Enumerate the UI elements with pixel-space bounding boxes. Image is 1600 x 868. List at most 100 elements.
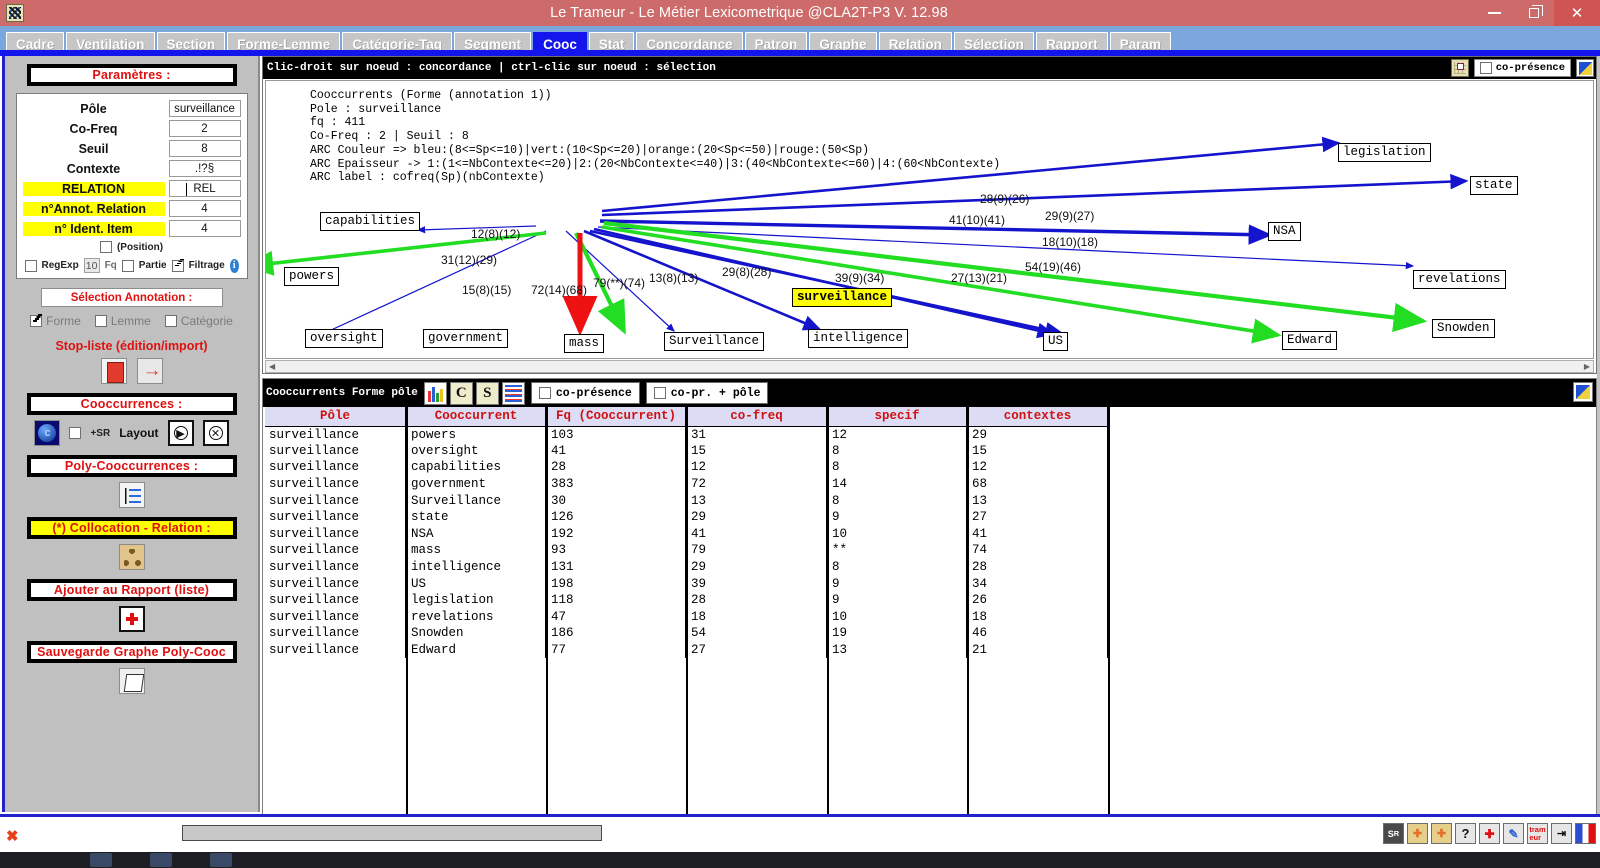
annotation-checkbox[interactable] [94, 315, 107, 327]
table-row[interactable]: surveillance oversight 41 15 8 15 [265, 442, 1109, 460]
column-header-co-freq[interactable]: co-freq [686, 407, 828, 427]
param-input-n-annot-relation[interactable]: 4 [168, 200, 241, 217]
graph-node-edward[interactable]: Edward [1282, 331, 1338, 350]
table-row[interactable]: surveillance government 383 72 14 68 [265, 475, 1109, 493]
collocation-graph-icon[interactable] [118, 544, 145, 570]
table-row[interactable]: surveillance powers 103 31 12 29 [265, 426, 1109, 443]
results-co-presence-toggle[interactable]: co-présence [530, 382, 640, 404]
table-row[interactable]: surveillance NSA 192 41 10 41 [265, 525, 1109, 543]
graph-horizontal-scrollbar[interactable]: ◀ ▶ [265, 360, 1594, 373]
sr-checkbox[interactable] [69, 427, 82, 439]
table-row[interactable]: surveillance intelligence 131 29 8 28 [265, 558, 1109, 576]
layout-play-icon[interactable] [167, 420, 194, 446]
graph-node-government[interactable]: government [423, 329, 509, 348]
regexp-checkbox[interactable] [24, 259, 37, 272]
exit-icon[interactable] [1551, 823, 1572, 844]
column-header-cooccurrent[interactable]: Cooccurrent [406, 407, 547, 427]
add-report-icons [5, 606, 258, 632]
table-row[interactable]: surveillance revelations 47 18 10 18 [265, 608, 1109, 626]
graph-node-intelligence[interactable]: intelligence [808, 329, 909, 348]
graph-node-powers[interactable]: powers [284, 267, 340, 286]
graph-node-mass[interactable]: mass [564, 334, 605, 353]
graph-node-state[interactable]: state [1470, 176, 1518, 195]
param-input-contexte[interactable]: .!?§ [168, 160, 241, 177]
param-row: Seuil 8 [23, 139, 241, 158]
annotation-option-lemme[interactable]: Lemme [94, 314, 151, 328]
table-row[interactable]: surveillance mass 93 79 ** 74 [265, 542, 1109, 559]
open-folder-icon[interactable] [1407, 823, 1428, 844]
column-header-contextes[interactable]: contextes [967, 407, 1109, 427]
edit-stoplist-icon[interactable] [100, 358, 127, 384]
cooc-compute-icon[interactable] [34, 420, 61, 446]
add-report-icon[interactable] [118, 606, 145, 632]
graph-node-legislation[interactable]: legislation [1338, 143, 1431, 162]
graph-node-oversight[interactable]: oversight [305, 329, 383, 348]
graph-node-us[interactable]: US [1043, 332, 1069, 351]
minimize-button[interactable] [1474, 0, 1514, 26]
results-co-presence-checkbox[interactable] [538, 387, 551, 399]
graph-node-nsa[interactable]: NSA [1268, 222, 1301, 241]
param-row: Co-Freq 2 [23, 119, 241, 138]
param-input-n-ident-item[interactable]: 4 [168, 220, 241, 237]
table-row[interactable]: surveillance Snowden 186 54 19 46 [265, 625, 1109, 642]
scroll-left-icon[interactable]: ◀ [266, 362, 278, 371]
filtrage-checkbox[interactable] [171, 259, 184, 272]
add-icon[interactable] [1479, 823, 1500, 844]
stop-icon[interactable]: ✖ [6, 827, 19, 845]
annotation-checkbox[interactable] [164, 315, 177, 327]
csv-c-icon[interactable] [449, 381, 473, 405]
import-stoplist-icon[interactable] [136, 358, 163, 384]
edit-icon[interactable] [1503, 823, 1524, 844]
table-cell: 9 [827, 508, 968, 526]
param-input-p-le[interactable]: surveillance [168, 100, 241, 117]
table-row[interactable]: surveillance Surveillance 30 13 8 13 [265, 492, 1109, 509]
layout-cancel-icon[interactable] [202, 420, 229, 446]
param-input-co-freq[interactable]: 2 [168, 120, 241, 137]
partie-checkbox[interactable] [121, 259, 134, 272]
language-flag-icon[interactable] [1575, 823, 1596, 844]
results-co-pr-pole-toggle[interactable]: co-pr. + pôle [645, 382, 769, 404]
graph-node-surveillance[interactable]: Surveillance [664, 332, 765, 351]
lines-icon[interactable] [501, 381, 525, 405]
param-input-relation[interactable]: REL [168, 180, 241, 197]
param-input-seuil[interactable]: 8 [168, 140, 241, 157]
table-row[interactable]: surveillance state 126 29 9 27 [265, 508, 1109, 526]
table-row[interactable]: surveillance US 198 39 9 34 [265, 575, 1109, 592]
column-header-p-le[interactable]: Pôle [265, 407, 407, 427]
trameur-icon[interactable]: tram eur [1527, 823, 1548, 844]
table-row[interactable]: surveillance Edward 77 27 13 21 [265, 641, 1109, 659]
graph-node-capabilities[interactable]: capabilities [320, 212, 421, 231]
graph-node-revelations[interactable]: revelations [1413, 270, 1506, 289]
table-row[interactable]: surveillance capabilities 28 12 8 12 [265, 459, 1109, 476]
sr-icon[interactable]: SR [1383, 823, 1404, 844]
position-checkbox[interactable] [99, 241, 112, 253]
column-header-specif[interactable]: specif [827, 407, 968, 427]
scroll-right-icon[interactable]: ▶ [1581, 362, 1593, 371]
annotation-option-forme[interactable]: Forme [30, 314, 81, 328]
close-button[interactable]: ✕ [1554, 0, 1600, 26]
poly-cooc-tree-icon[interactable] [118, 482, 145, 508]
info-icon[interactable]: i [229, 258, 239, 273]
graph-grid-icon[interactable] [1450, 59, 1469, 77]
results-capture-window-icon[interactable] [1573, 382, 1593, 402]
graph-co-presence-checkbox[interactable] [1479, 62, 1492, 74]
help-icon[interactable] [1455, 823, 1476, 844]
annotation-option-catégorie[interactable]: Catégorie [164, 314, 233, 328]
table-row[interactable]: surveillance legislation 118 28 9 26 [265, 591, 1109, 609]
annotation-checkbox[interactable] [30, 315, 43, 327]
bar-chart-icon[interactable] [423, 381, 447, 405]
csv-s-icon[interactable] [475, 381, 499, 405]
capture-window-icon[interactable] [1576, 59, 1594, 77]
graph-co-presence-toggle[interactable]: co-présence [1473, 59, 1571, 77]
column-header-fq-cooccurrent-[interactable]: Fq (Cooccurrent) [546, 407, 687, 427]
position-option[interactable]: (Position) [23, 241, 241, 253]
taskbar [0, 852, 1600, 868]
graph-canvas[interactable]: Capture Fenêtre Cooccurrents (Forme (ann… [265, 80, 1594, 359]
graph-node-snowden[interactable]: Snowden [1432, 319, 1495, 338]
graph-node-surveillance[interactable]: surveillance [792, 288, 893, 307]
save-graph-icon[interactable] [118, 668, 145, 694]
fq-input[interactable]: 10 [83, 258, 100, 273]
results-co-pr-pole-checkbox[interactable] [653, 387, 666, 399]
save-folder-icon[interactable] [1431, 823, 1452, 844]
maximize-button[interactable] [1514, 0, 1554, 26]
